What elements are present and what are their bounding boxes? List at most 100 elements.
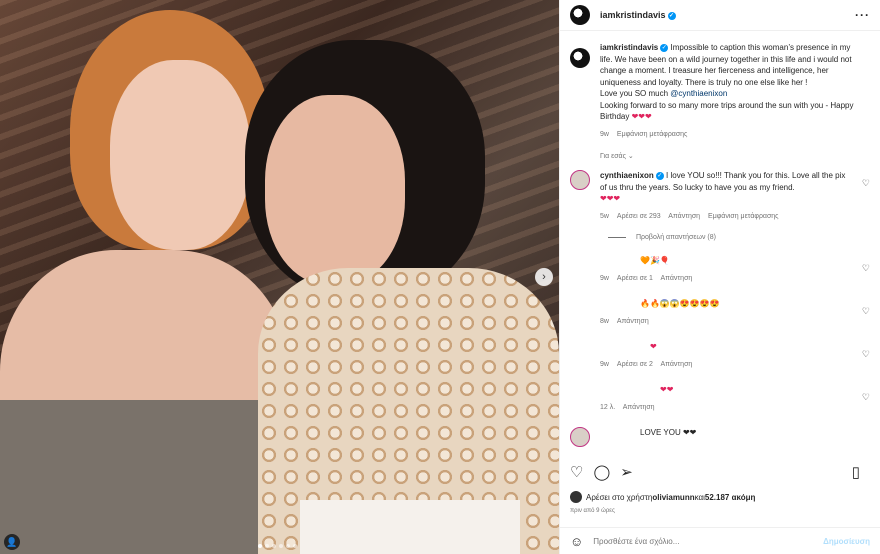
comment-like-heart-icon[interactable]: ♡ <box>862 178 870 189</box>
carousel-dot <box>272 544 276 548</box>
likes-mid: και <box>694 492 705 502</box>
comment-like-heart-icon[interactable]: ♡ <box>862 306 870 317</box>
post-header: iamkristindavis ✓ ··· <box>560 0 880 31</box>
caption-author[interactable]: iamkristindavis <box>600 43 658 52</box>
likes-user-link[interactable]: oliviamunn <box>652 493 694 502</box>
comment-avatar[interactable] <box>570 170 590 190</box>
caption-translate-link[interactable]: Εμφάνιση μετάφρασης <box>617 131 688 138</box>
comment-time: 9w <box>600 274 609 282</box>
verified-badge-icon: ✓ <box>667 11 676 20</box>
comment-item: LOVE YOU ❤❤ <box>570 427 870 447</box>
author-username-text[interactable]: iamkristindavis <box>600 10 666 20</box>
comment-item: ❤ 9w Αρέσει σε 2 Απάντηση ♡ <box>570 341 870 370</box>
comment-meta: 8w Απάντηση <box>600 316 850 328</box>
comment-meta: 9w Αρέσει σε 1 Απάντηση <box>600 273 850 285</box>
add-comment-bar: ☺ Δημοσίευση <box>560 527 880 554</box>
comment-body: ❤❤ 12 λ. Απάντηση <box>600 384 850 413</box>
comment-body: 🔥🔥😱😱😍😍😍😍 8w Απάντηση <box>600 298 850 327</box>
caption-mention-link[interactable]: @cynthiaenixon <box>670 89 727 98</box>
comment-body: LOVE YOU ❤❤ <box>600 427 850 447</box>
carousel-dot <box>265 544 269 548</box>
more-dots-icon[interactable]: ··· <box>855 8 870 22</box>
author-avatar[interactable] <box>570 5 590 25</box>
comment-reply-link[interactable]: Απάντηση <box>623 404 655 411</box>
comment-time: 9w <box>600 360 609 368</box>
carousel-dots <box>258 544 297 548</box>
comment-reply-link[interactable]: Απάντηση <box>660 361 692 368</box>
comment-author[interactable]: cynthiaenixon <box>600 171 654 180</box>
caption-line2: Love you SO much <box>600 89 671 98</box>
for-you-filter[interactable]: Για εσάς ⌄ <box>600 152 870 160</box>
liker-avatar[interactable] <box>570 491 582 503</box>
comment-item: 🧡🎉🎈 9w Αρέσει σε 1 Απάντηση ♡ <box>570 255 870 284</box>
comment-avatar[interactable] <box>570 341 590 361</box>
comment-time: 8w <box>600 317 609 325</box>
emoji-icon[interactable]: ☺ <box>570 534 583 549</box>
next-photo-arrow-icon[interactable]: › <box>535 268 553 286</box>
comments-list[interactable]: iamkristindavis ✓ Impossible to caption t… <box>560 42 880 453</box>
bookmark-icon[interactable]: ▯ <box>852 463 860 481</box>
comment-item: ❤❤ 12 λ. Απάντηση ♡ <box>570 384 870 413</box>
comment-likes[interactable]: Αρέσει σε 293 <box>617 213 661 220</box>
caption-body: iamkristindavis ✓ Impossible to caption t… <box>600 42 860 140</box>
replies-line <box>608 237 626 238</box>
comment-like-heart-icon[interactable]: ♡ <box>862 392 870 403</box>
heart-outline-icon[interactable]: ♡ <box>570 463 583 481</box>
comment-icon[interactable]: ◯ <box>593 463 610 481</box>
caption-meta: 9w Εμφάνιση μετάφρασης <box>600 129 860 141</box>
comment-avatar[interactable] <box>570 298 590 318</box>
photo-person-right-skirt <box>300 500 520 554</box>
view-replies-label[interactable]: Προβολή απαντήσεων (8) <box>636 234 716 241</box>
comment-text: 🧡🎉🎈 <box>640 256 670 265</box>
caption-avatar[interactable] <box>570 48 590 68</box>
comment-body: 🧡🎉🎈 9w Αρέσει σε 1 Απάντηση <box>600 255 850 284</box>
view-replies[interactable]: Προβολή απαντήσεων (8) <box>608 234 870 241</box>
comment-likes[interactable]: Αρέσει σε 1 <box>617 275 653 282</box>
photo-person-left-face <box>110 60 250 250</box>
share-icon[interactable]: ➢ <box>620 463 633 481</box>
chevron-down-icon: ⌄ <box>627 153 634 160</box>
caption-hearts: ❤❤❤ <box>631 112 652 121</box>
comment-text: 🔥🔥😱😱😍😍😍😍 <box>640 299 720 308</box>
likes-count-link[interactable]: 52.187 ακόμη <box>705 493 755 502</box>
user-tag-icon[interactable]: 👤 <box>4 534 20 550</box>
for-you-label[interactable]: Για εσάς <box>600 153 626 160</box>
carousel-dot <box>258 544 262 548</box>
comment-time: 12 λ. <box>600 403 616 411</box>
comment-like-heart-icon[interactable]: ♡ <box>862 263 870 274</box>
post-side-panel: iamkristindavis ✓ ··· iamkristindavis ✓ Im… <box>559 0 880 554</box>
comment-item: 🔥🔥😱😱😍😍😍😍 8w Απάντηση ♡ <box>570 298 870 327</box>
comment-likes[interactable]: Αρέσει σε 2 <box>617 361 653 368</box>
comment-body: ❤ 9w Αρέσει σε 2 Απάντηση <box>600 341 850 370</box>
post-time[interactable]: πριν από 9 ώρες <box>570 508 615 514</box>
comment-item: cynthiaenixon ✓ I love YOU so!!! Thank yo… <box>570 170 870 222</box>
comment-reply-link[interactable]: Απάντηση <box>660 275 692 282</box>
comment-text: ❤ <box>650 342 657 351</box>
comment-hearts: ❤❤❤ <box>600 194 621 203</box>
post-photo[interactable]: › 👤 <box>0 0 559 554</box>
comment-translate-link[interactable]: Εμφάνιση μετάφρασης <box>708 213 779 220</box>
comment-meta: 5w Αρέσει σε 293 Απάντηση Εμφάνιση μετάφ… <box>600 211 850 223</box>
carousel-dot <box>279 544 283 548</box>
likes-prefix: Αρέσει στο χρήστη <box>586 492 653 502</box>
comment-avatar[interactable] <box>570 427 590 447</box>
comment-time: 5w <box>600 212 609 220</box>
comment-meta: 12 λ. Απάντηση <box>600 402 850 414</box>
verified-badge-icon: ✓ <box>660 43 669 52</box>
carousel-dot <box>293 544 297 548</box>
author-username[interactable]: iamkristindavis ✓ <box>600 10 676 20</box>
comment-avatar[interactable] <box>570 255 590 275</box>
carousel-dot <box>286 544 290 548</box>
photo-person-right-face <box>265 95 405 285</box>
comment-input[interactable] <box>593 536 824 546</box>
likes-summary: Αρέσει στο χρήστη oliviamunn και 52.187 … <box>570 491 755 503</box>
comment-like-heart-icon[interactable]: ♡ <box>862 349 870 360</box>
comment-avatar[interactable] <box>570 384 590 404</box>
comment-body: cynthiaenixon ✓ I love YOU so!!! Thank yo… <box>600 170 850 222</box>
post-caption: iamkristindavis ✓ Impossible to caption t… <box>570 42 870 140</box>
post-comment-button[interactable]: Δημοσίευση <box>823 537 870 546</box>
comment-text: ❤❤ <box>660 385 674 394</box>
comment-reply-link[interactable]: Απάντηση <box>617 318 649 325</box>
comment-meta: 9w Αρέσει σε 2 Απάντηση <box>600 359 850 371</box>
comment-reply-link[interactable]: Απάντηση <box>668 213 700 220</box>
